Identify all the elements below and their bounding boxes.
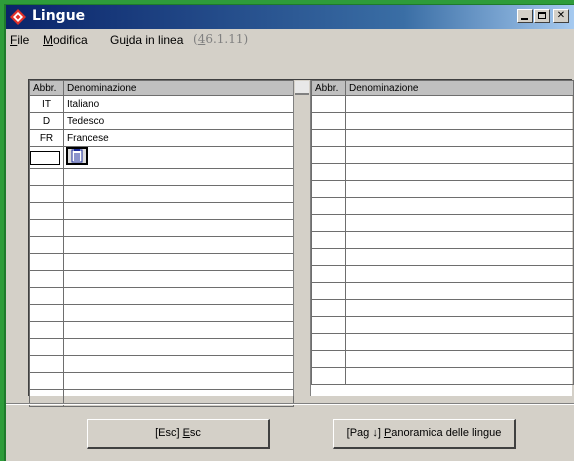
table-row[interactable] [311,299,574,317]
clipboard-icon[interactable] [66,147,88,165]
menu-file[interactable]: File [10,33,29,47]
minimize-icon [521,18,528,20]
table-row[interactable] [29,219,294,237]
cell-abbr[interactable]: D [29,112,64,130]
header-denominazione[interactable]: Denominazione [63,80,294,96]
cell-abbr[interactable]: IT [29,95,64,113]
column-splitter[interactable] [293,80,311,396]
table-row[interactable] [311,333,574,351]
app-diamond-icon [10,9,26,25]
version-label: (46.1.11) [193,32,249,46]
table-header-row: Abbr. Denominazione [29,80,294,96]
window-title: Lingue [32,8,86,24]
cell-denominazione[interactable]: Francese [63,129,294,147]
header-denominazione[interactable]: Denominazione [345,80,574,96]
menu-modifica[interactable]: Modifica [43,33,88,47]
table-row[interactable] [29,372,294,390]
table-row[interactable] [29,270,294,288]
table-row[interactable] [311,146,574,164]
header-abbr[interactable]: Abbr. [311,80,346,96]
window: Lingue ✕ File Modifica Guida in linea (4… [4,4,574,461]
table-row[interactable] [311,265,574,283]
table-row[interactable] [311,367,574,385]
table-row[interactable] [29,321,294,339]
table-row[interactable] [311,316,574,334]
minimize-button[interactable] [517,9,533,23]
menu-guida[interactable]: Guida in linea [110,33,183,47]
close-button[interactable]: ✕ [553,9,569,23]
close-icon: ✕ [556,10,566,21]
header-abbr[interactable]: Abbr. [29,80,64,96]
table-row[interactable] [29,338,294,356]
table-row[interactable] [29,355,294,373]
table-row-edit[interactable] [29,146,294,169]
table-row[interactable] [311,163,574,181]
cell-abbr[interactable]: FR [29,129,64,147]
table-row[interactable] [29,304,294,322]
table-row[interactable]: D Tedesco [29,112,294,130]
table-row[interactable] [29,236,294,254]
cell-denominazione[interactable]: Tedesco [63,112,294,130]
table-row[interactable] [29,168,294,186]
table-row[interactable] [311,248,574,266]
abbr-input[interactable] [30,150,60,165]
title-bar: Lingue ✕ [6,5,574,29]
table-row[interactable] [311,350,574,368]
languages-table-right: Abbr. Denominazione [311,80,574,385]
table-row[interactable] [29,287,294,305]
table-row[interactable] [29,202,294,220]
table-row[interactable] [29,253,294,271]
table-row[interactable] [311,282,574,300]
cell-abbr-edit[interactable] [29,146,64,169]
table-row[interactable] [311,180,574,198]
table-row[interactable] [29,185,294,203]
table-row[interactable] [311,231,574,249]
maximize-icon [538,12,546,19]
table-row[interactable] [311,197,574,215]
table-row[interactable] [311,112,574,130]
languages-grid-panel: Abbr. Denominazione IT Italiano D Tedesc… [28,79,574,407]
esc-button[interactable]: [Esc] Esc [87,419,270,449]
cell-denominazione-edit[interactable] [63,146,294,169]
languages-table-left: Abbr. Denominazione IT Italiano D Tedesc… [29,80,294,407]
table-row[interactable] [311,129,574,147]
table-row[interactable]: IT Italiano [29,95,294,113]
table-header-row: Abbr. Denominazione [311,80,574,96]
footer-separator [6,403,574,405]
panoramica-lingue-button[interactable]: [Pag ↓] Panoramica delle lingue [333,419,516,449]
splitter-handle[interactable] [295,81,309,95]
table-row[interactable] [311,214,574,232]
cell-denominazione[interactable]: Italiano [63,95,294,113]
table-row[interactable] [311,95,574,113]
table-row[interactable]: FR Francese [29,129,294,147]
maximize-button[interactable] [534,9,550,23]
menu-bar: File Modifica Guida in linea (46.1.11) [6,29,574,51]
